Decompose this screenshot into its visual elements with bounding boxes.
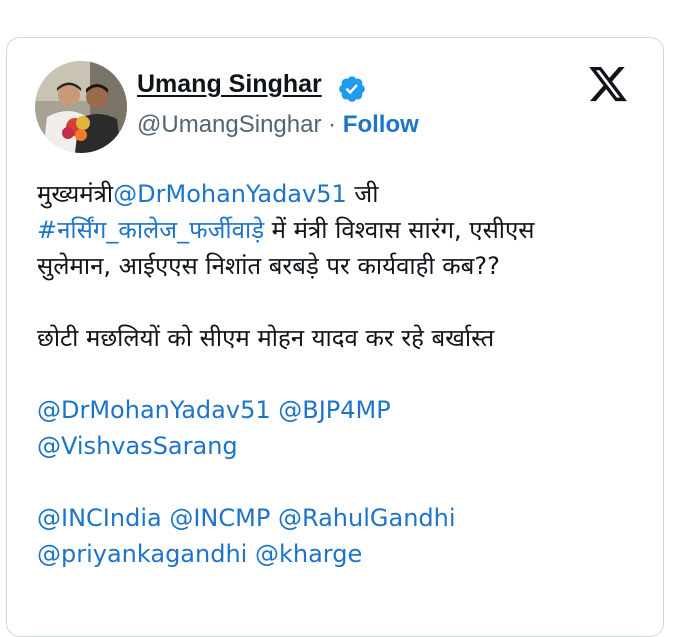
tweet-text-segment: मुख्यमंत्री	[37, 180, 114, 208]
author-handle-row: @UmangSinghar · Follow	[137, 111, 419, 139]
author-name[interactable]: Umang Singhar	[137, 70, 322, 99]
mention-incindia[interactable]: @INCIndia	[37, 504, 162, 532]
mentions-line-1: @DrMohanYadav51 @BJP4MP	[37, 392, 637, 428]
profile-photo	[35, 61, 127, 153]
mention-rahulgandhi[interactable]: @RahulGandhi	[278, 504, 456, 532]
mention-drmohanyadav51[interactable]: @DrMohanYadav51	[37, 396, 271, 424]
tweet-text: मुख्यमंत्री@DrMohanYadav51 जी #नर्सिंग_क…	[37, 176, 637, 572]
mention-kharge[interactable]: @kharge	[255, 540, 362, 568]
mentions-line-2: @VishvasSarang	[37, 428, 637, 464]
tweet-line-2: #नर्सिंग_कालेज_फर्जीवाड़े में मंत्री विश…	[37, 212, 637, 248]
mentions-line-4: @priyankagandhi @kharge	[37, 536, 637, 572]
verified-badge-icon	[339, 76, 365, 102]
x-logo-icon[interactable]	[586, 63, 630, 105]
mentions-line-3: @INCIndia @INCMP @RahulGandhi	[37, 500, 637, 536]
tweet-text-segment: में मंत्री विश्वास सारंग, एसीएस	[264, 216, 535, 244]
tweet-line-3: सुलेमान, आईएएस निशांत बरबड़े पर कार्यवाह…	[37, 252, 500, 280]
mention-bjp4mp[interactable]: @BJP4MP	[278, 396, 390, 424]
author-handle[interactable]: @UmangSinghar	[137, 111, 321, 138]
mention-priyankagandhi[interactable]: @priyankagandhi	[37, 540, 247, 568]
follow-button[interactable]: Follow	[343, 111, 419, 138]
mention-incmp[interactable]: @INCMP	[169, 504, 270, 532]
mention-drmohanyadav51[interactable]: @DrMohanYadav51	[113, 180, 347, 208]
handle-separator: ·	[321, 111, 343, 138]
tweet-line-4: छोटी मछलियों को सीएम मोहन यादव कर रहे बर…	[37, 324, 495, 352]
mention-vishvassarang[interactable]: @VishvasSarang	[37, 432, 238, 460]
tweet-text-segment: जी	[346, 180, 379, 208]
author-avatar[interactable]	[35, 61, 127, 153]
hashtag-nursing-college[interactable]: #नर्सिंग_कालेज_फर्जीवाड़े	[37, 216, 264, 244]
tweet-line-1: मुख्यमंत्री@DrMohanYadav51 जी	[37, 176, 637, 212]
